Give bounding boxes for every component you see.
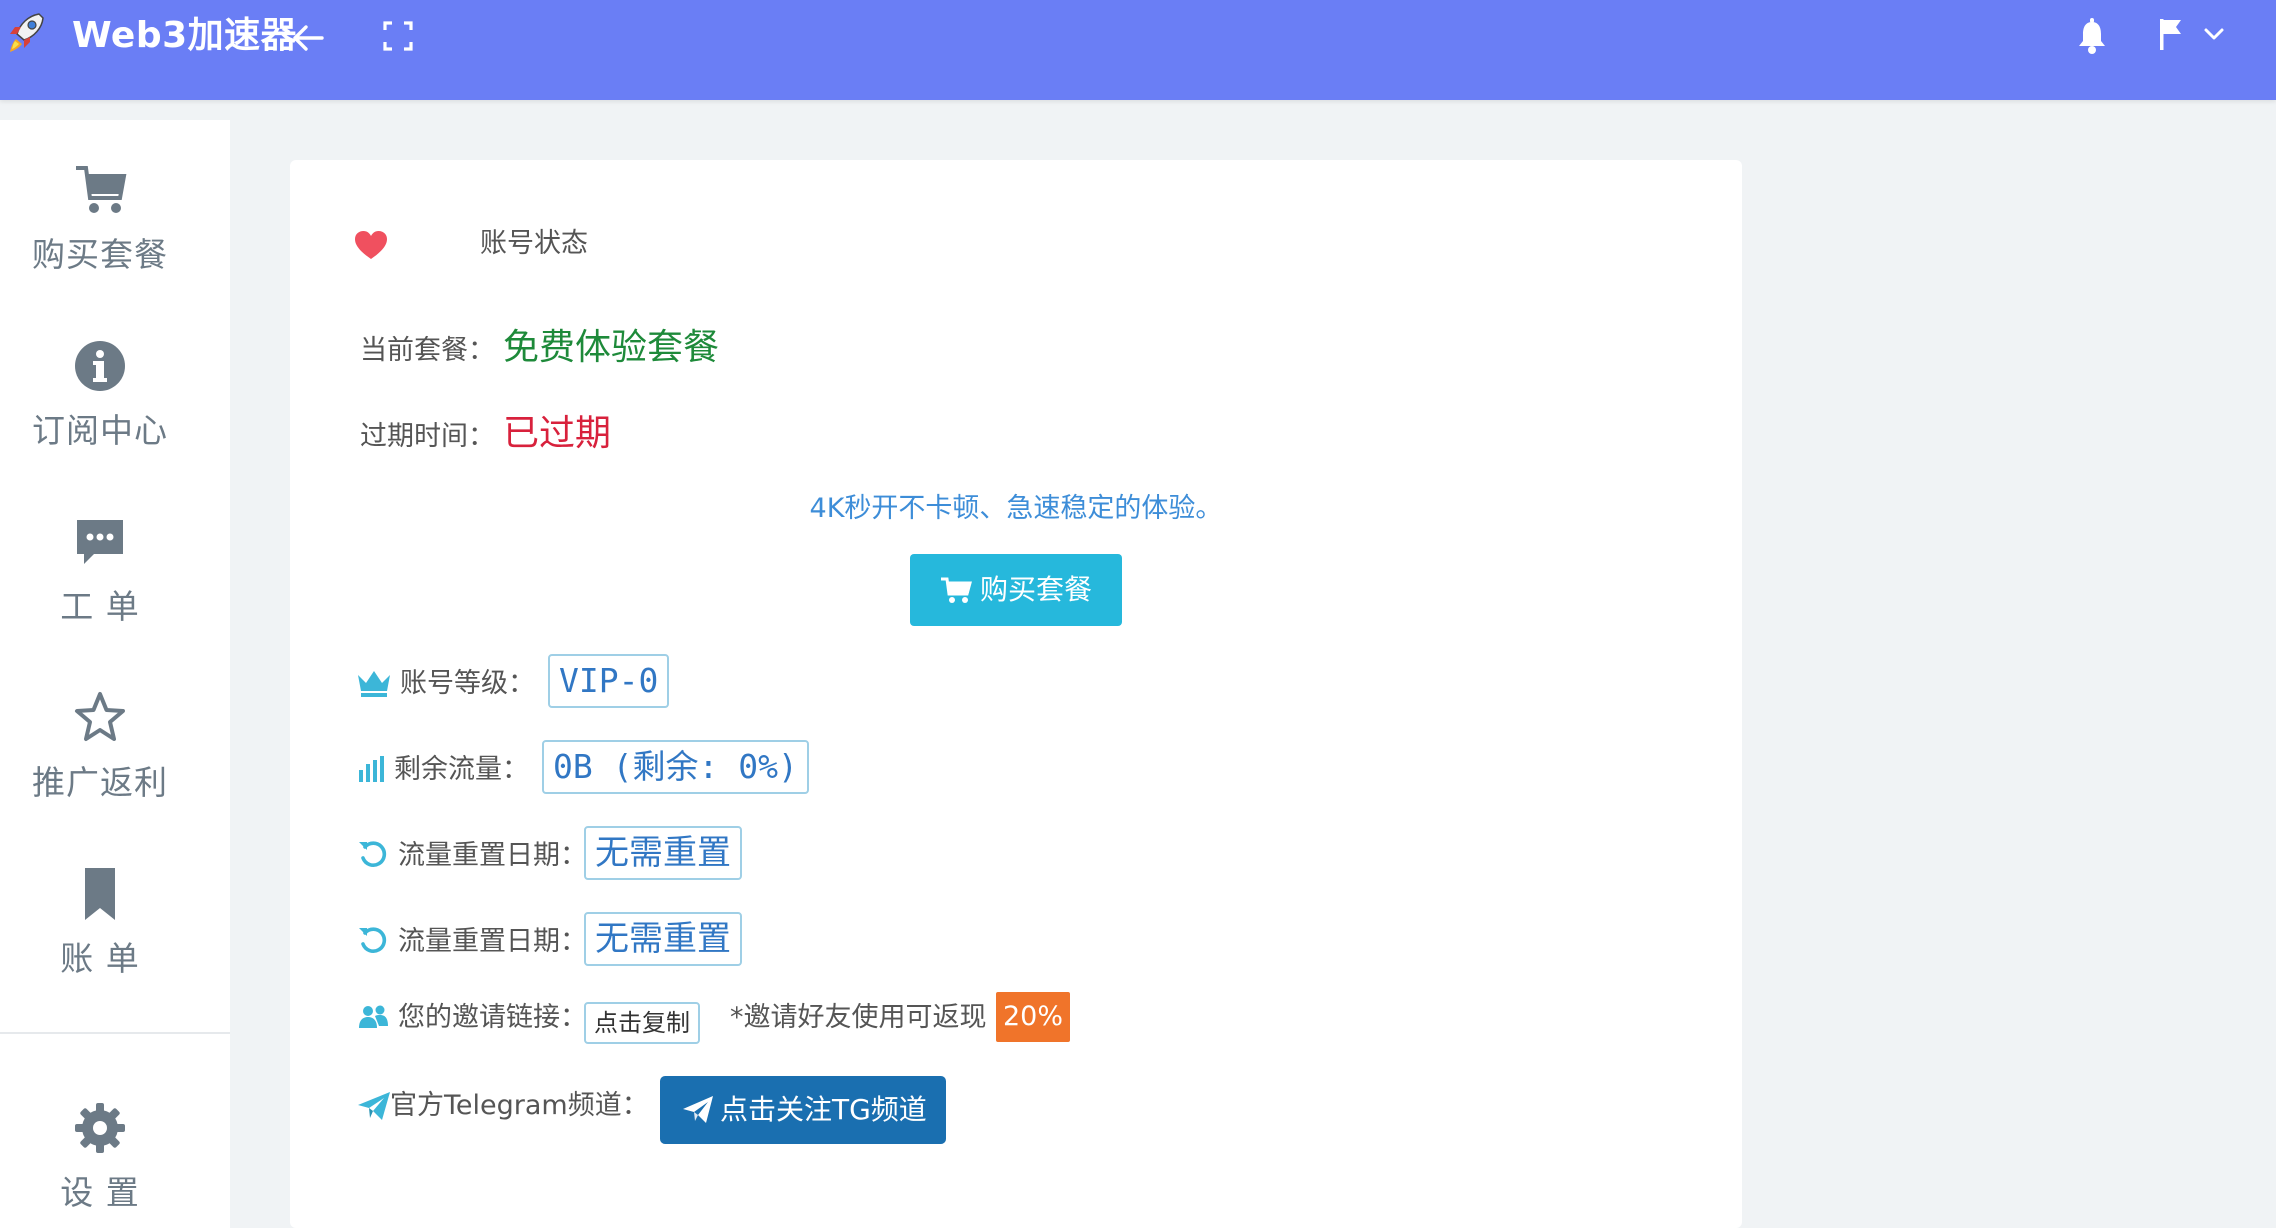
flag-icon[interactable]: [2156, 16, 2186, 52]
invite-note: *邀请好友使用可返现: [730, 1002, 987, 1033]
sidebar-item-label: 设 置: [60, 1173, 140, 1212]
remaining-traffic-label: 剩余流量：: [394, 754, 529, 785]
sidebar-item-label: 购买套餐: [32, 235, 168, 274]
current-plan-label: 当前套餐：: [360, 335, 495, 366]
remaining-traffic-value: 0B (剩余: 0%): [542, 740, 809, 794]
top-navbar: Web3加速器: [0, 0, 2276, 100]
sidebar-item-label: 订阅中心: [32, 411, 168, 450]
paper-plane-icon: [683, 1096, 713, 1123]
buy-plan-button[interactable]: 购买套餐: [910, 554, 1122, 626]
copy-invite-link-button[interactable]: 点击复制: [584, 1002, 700, 1044]
heart-icon: [355, 231, 387, 259]
comment-dots-icon: [77, 520, 123, 564]
sidebar-item-buy-plan[interactable]: 购买套餐: [0, 130, 200, 280]
bookmark-icon: [85, 868, 115, 920]
traffic-reset-value: 无需重置: [584, 912, 742, 966]
sidebar-item-label: 账 单: [60, 939, 140, 978]
account-level-value: VIP-0: [548, 654, 670, 708]
star-icon: [75, 692, 125, 741]
follow-telegram-button[interactable]: 点击关注TG频道: [660, 1076, 946, 1144]
chevron-down-icon[interactable]: [2200, 20, 2228, 48]
traffic-reset-label: 流量重置日期：: [398, 840, 587, 871]
expiry-label: 过期时间：: [360, 421, 495, 452]
invite-link-label: 您的邀请链接：: [398, 1002, 587, 1033]
brand-title: Web3加速器: [72, 15, 298, 56]
follow-telegram-button-label: 点击关注TG频道: [720, 1093, 927, 1126]
traffic-reset-value: 无需重置: [584, 826, 742, 880]
invite-percent-badge: 20%: [996, 992, 1071, 1042]
sidebar-item-billing[interactable]: 账 单: [0, 834, 200, 984]
current-plan-value: 免费体验套餐: [503, 327, 720, 368]
promo-text: 4K秒开不卡顿、急速稳定的体验。: [809, 493, 1223, 524]
expiry-value: 已过期: [503, 413, 612, 454]
sidebar-item-label: 推广返利: [32, 763, 168, 802]
sidebar: 购买套餐 订阅中心 工 单 推广返利 账 单 设 置: [0, 120, 230, 1228]
undo-icon: [359, 927, 387, 953]
account-status-card: 账号状态 当前套餐： 免费体验套餐 过期时间： 已过期 4K秒开不卡顿、急速稳定的体…: [290, 160, 1742, 1228]
crown-icon: [358, 671, 390, 697]
rocket-logo: [10, 13, 44, 52]
telegram-label: 官方Telegram频道：: [390, 1090, 649, 1121]
sidebar-item-tickets[interactable]: 工 单: [0, 482, 200, 632]
sidebar-item-referral[interactable]: 推广返利: [0, 658, 200, 808]
users-icon: [359, 1005, 388, 1028]
fullscreen-icon[interactable]: [378, 16, 418, 56]
bell-icon[interactable]: [2074, 16, 2110, 56]
shopping-cart-icon: [941, 577, 972, 603]
paper-plane-icon: [358, 1092, 390, 1120]
sidebar-divider: [0, 1032, 230, 1034]
shopping-cart-icon: [76, 166, 127, 213]
undo-icon: [359, 841, 387, 867]
info-circle-icon: [75, 341, 125, 391]
sidebar-item-settings[interactable]: 设 置: [0, 1068, 200, 1218]
card-title: 账号状态: [480, 228, 588, 259]
arrow-left-icon[interactable]: [288, 18, 328, 58]
buy-plan-button-label: 购买套餐: [980, 573, 1093, 606]
account-level-label: 账号等级：: [400, 668, 535, 699]
traffic-reset-label: 流量重置日期：: [398, 926, 587, 957]
sidebar-item-subscription[interactable]: 订阅中心: [0, 306, 200, 456]
signal-bars-icon: [359, 756, 384, 782]
expiry-row: 过期时间： 已过期: [360, 404, 611, 456]
current-plan-row: 当前套餐： 免费体验套餐: [360, 318, 719, 370]
sidebar-item-label: 工 单: [60, 587, 140, 626]
gear-icon: [75, 1103, 125, 1153]
